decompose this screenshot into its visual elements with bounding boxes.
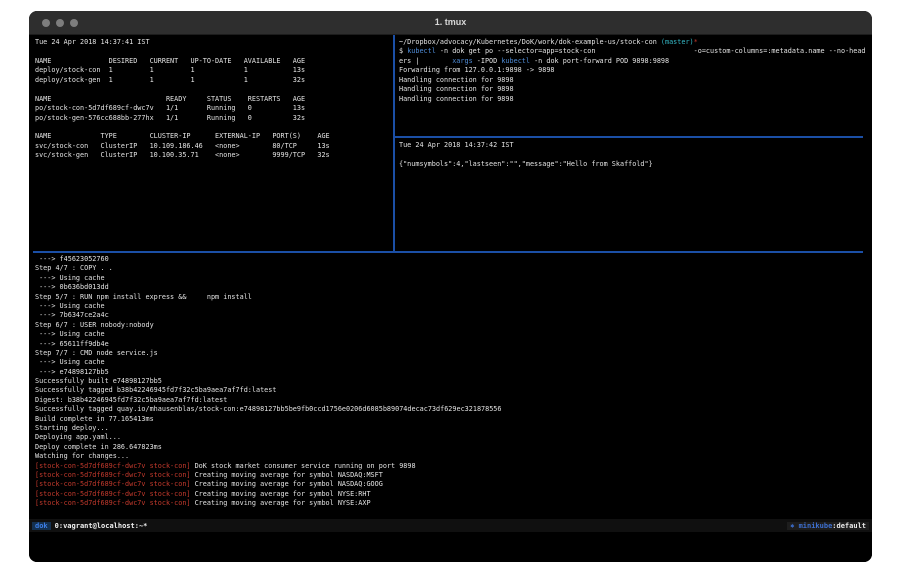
terminal-line: ---> Using cache [35,274,866,283]
terminal-line: Deploy complete in 286.647823ms [35,443,866,452]
terminal-line: svc/stock-gen ClusterIP 10.100.35.71 <no… [35,151,391,160]
terminal-line: ---> 7b6347ce2a4c [35,311,866,320]
terminal-line: ers | xargs -IPOD kubectl -n dok port-fo… [399,57,866,66]
terminal-line: ---> Using cache [35,358,866,367]
terminal-line [35,47,391,56]
terminal-line: deploy/stock-gen 1 1 1 1 32s [35,76,391,85]
terminal-line [35,85,391,94]
terminal-line: Digest: b38b42246945fd7f32c5ba9aea7af7fd… [35,396,866,405]
horizontal-pane-divider[interactable] [33,251,863,253]
terminal-line: Successfully tagged quay.io/mhausenblas/… [35,405,866,414]
terminal-line: Successfully built e74898127bb5 [35,377,866,386]
session-name-chip: dok [32,522,51,530]
terminal-line: Watching for changes... [35,452,866,461]
pane-kubectl-watch[interactable]: Tue 24 Apr 2018 14:37:41 IST NAME DESIRE… [35,38,391,161]
terminal-line: Handling connection for 9898 [399,85,866,94]
window-titlebar[interactable]: 1. tmux [29,11,872,35]
terminal-line: [stock-con-5d7df689cf-dwc7v stock-con] C… [35,471,866,480]
terminal-line: Build complete in 77.165413ms [35,415,866,424]
terminal-line: Tue 24 Apr 2018 14:37:42 IST [399,141,866,150]
terminal-line: Forwarding from 127.0.0.1:9898 -> 9898 [399,66,866,75]
kube-context: minikube [799,522,833,530]
terminal-line: Step 6/7 : USER nobody:nobody [35,321,866,330]
terminal-line: ---> 0b636bd013dd [35,283,866,292]
terminal-line: ~/Dropbox/advocacy/Kubernetes/DoK/work/d… [399,38,866,47]
vertical-pane-divider[interactable] [393,35,395,251]
terminal-line: po/stock-con-5d7df689cf-dwc7v 1/1 Runnin… [35,104,391,113]
terminal-line: [stock-con-5d7df689cf-dwc7v stock-con] D… [35,462,866,471]
terminal-line: $ kubectl -n dok get po --selector=app=s… [399,47,866,56]
active-window-label[interactable]: 0:vagrant@localhost:~* [55,522,148,530]
pane-skaffold-log[interactable]: ---> f45623052760Step 4/7 : COPY . . ---… [35,255,866,509]
window-title: 1. tmux [29,11,872,34]
terminal-line: {"numsymbols":4,"lastseen":"","message":… [399,160,866,169]
terminal-line: NAME READY STATUS RESTARTS AGE [35,95,391,104]
terminal-line: Successfully tagged b38b42246945fd7f32c5… [35,386,866,395]
terminal-line: NAME DESIRED CURRENT UP-TO-DATE AVAILABL… [35,57,391,66]
right-horizontal-pane-divider[interactable] [395,136,863,138]
terminal-line: Deploying app.yaml... [35,433,866,442]
kube-context-chip: ⎈ minikube:default [787,522,869,530]
terminal-line: [stock-con-5d7df689cf-dwc7v stock-con] C… [35,499,866,508]
terminal-line: ---> Using cache [35,302,866,311]
terminal-line: [stock-con-5d7df689cf-dwc7v stock-con] C… [35,490,866,499]
terminal-line: Handling connection for 9898 [399,95,866,104]
terminal-line: Step 7/7 : CMD node service.js [35,349,866,358]
terminal-line: NAME TYPE CLUSTER-IP EXTERNAL-IP PORT(S)… [35,132,391,141]
pane-curl-output[interactable]: Tue 24 Apr 2018 14:37:42 IST {"numsymbol… [399,141,866,169]
helm-wheel-icon: ⎈ [790,522,794,530]
pane-port-forward[interactable]: ~/Dropbox/advocacy/Kubernetes/DoK/work/d… [399,38,866,104]
terminal-line: [stock-con-5d7df689cf-dwc7v stock-con] C… [35,480,866,489]
terminal-line: Handling connection for 9898 [399,76,866,85]
tmux-session: Tue 24 Apr 2018 14:37:41 IST NAME DESIRE… [29,35,872,562]
terminal-line: ---> f45623052760 [35,255,866,264]
terminal-line: Step 5/7 : RUN npm install express && np… [35,293,866,302]
terminal-line: Step 4/7 : COPY . . [35,264,866,273]
terminal-line: ---> 65611ff9db4e [35,340,866,349]
terminal-line: Tue 24 Apr 2018 14:37:41 IST [35,38,391,47]
session-name: dok [35,522,48,530]
terminal-line: ---> e74898127bb5 [35,368,866,377]
terminal-line: ---> Using cache [35,330,866,339]
terminal-line: deploy/stock-con 1 1 1 1 13s [35,66,391,75]
kube-namespace: :default [832,522,866,530]
status-left: dok 0:vagrant@localhost:~* [32,522,147,530]
desktop: { "window": { "title": "1. tmux" }, "col… [0,0,900,574]
status-right: ⎈ minikube:default [787,522,869,530]
terminal-line: svc/stock-con ClusterIP 10.109.186.46 <n… [35,142,391,151]
terminal-line: po/stock-gen-576cc688bb-277hx 1/1 Runnin… [35,114,391,123]
terminal-line [399,150,866,159]
terminal-window: 1. tmux Tue 24 Apr 2018 14:37:41 IST NAM… [29,11,872,562]
terminal-line: Starting deploy... [35,424,866,433]
tmux-status-bar: dok 0:vagrant@localhost:~* ⎈ minikube:def… [29,519,872,532]
terminal-line [35,123,391,132]
